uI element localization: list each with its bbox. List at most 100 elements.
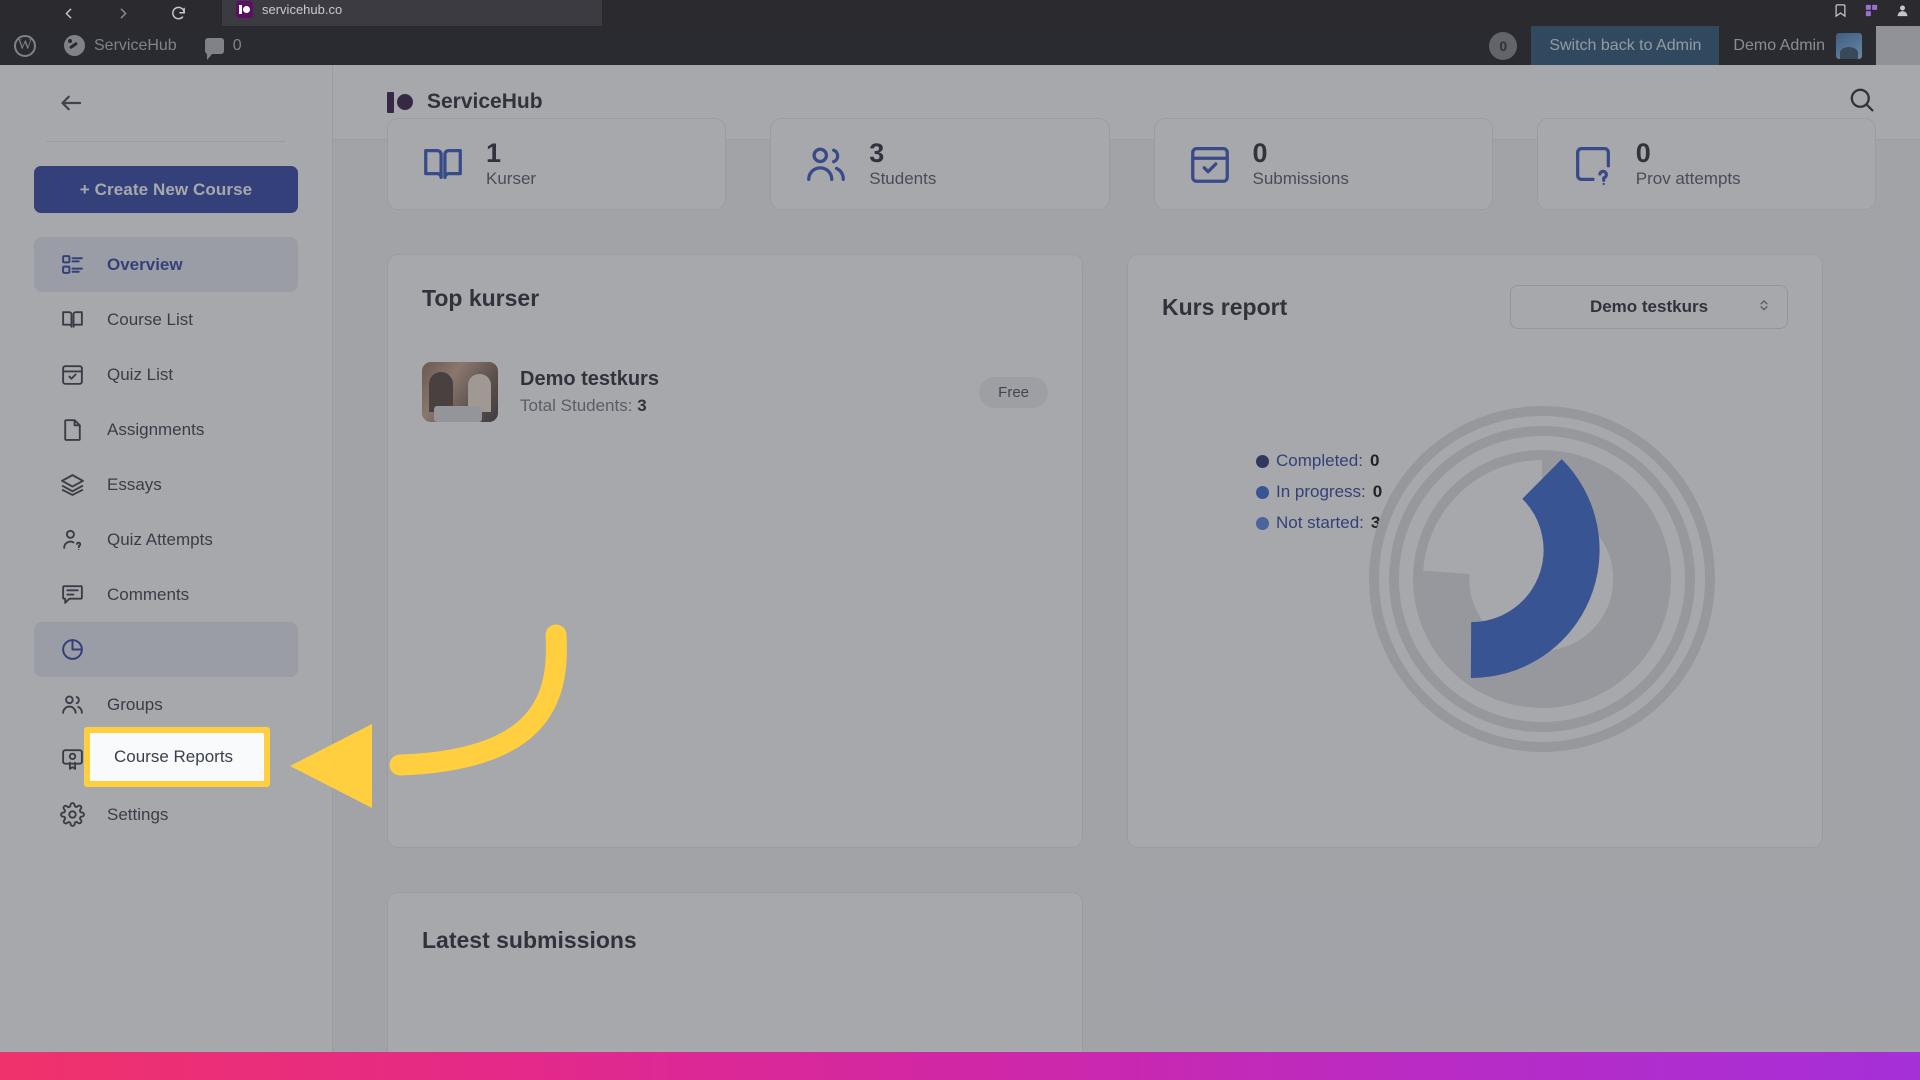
- sidebar-item-certificates[interactable]: Certificates: [34, 732, 298, 787]
- submission-check-icon: [1190, 147, 1229, 183]
- create-new-course-button[interactable]: + Create New Course: [34, 166, 298, 213]
- sidebar-item-label: Groups: [107, 694, 163, 714]
- list-item[interactable]: Demo testkurs Total Students: 3 Free: [422, 362, 1048, 422]
- course-select-value: Demo testkurs: [1589, 297, 1709, 316]
- panel-title: Top kurser: [422, 285, 540, 311]
- stat-card-submissions: 0 Submissions: [1153, 118, 1493, 210]
- sidebar-item-label: Quiz List: [107, 364, 174, 384]
- user-account-menu[interactable]: Demo Admin: [1719, 26, 1876, 65]
- sidebar-item-overview[interactable]: Overview: [34, 237, 298, 292]
- legend-color-dot: [1256, 454, 1269, 468]
- stat-value: 1: [486, 137, 502, 168]
- brand: ServiceHub: [387, 90, 543, 114]
- panel-header: Kurs report Demo testkurs: [1162, 285, 1788, 329]
- switch-back-to-admin-button[interactable]: Switch back to Admin: [1531, 26, 1720, 65]
- legend-color-dot: [1256, 485, 1269, 499]
- course-select[interactable]: Demo testkurs: [1510, 285, 1788, 329]
- sidebar-item-comments[interactable]: Comments: [34, 567, 298, 622]
- sidebar-nav: Overview Course List Quiz List Assignmen…: [0, 237, 332, 842]
- stat-value: 0: [1635, 137, 1651, 168]
- gear-icon: [60, 802, 85, 827]
- stat-label: Students: [869, 169, 937, 189]
- sidebar-item-label: Quiz Attempts: [107, 529, 213, 549]
- course-thumbnail: [422, 362, 498, 422]
- sidebar-item-label: Course List: [107, 309, 193, 329]
- browser-tab-title: servicehub.co: [262, 1, 343, 17]
- user-name-label: Demo Admin: [1733, 36, 1825, 54]
- servicehub-logo-icon: [387, 91, 413, 113]
- sidebar-item-label: Certificates: [107, 749, 193, 769]
- sidebar-item-label: Comments: [107, 584, 190, 604]
- stat-label: Kurser: [486, 169, 537, 189]
- kurs-report-panel: Kurs report Demo testkurs Completed: 0 I…: [1127, 254, 1823, 848]
- donut-chart: [1369, 406, 1715, 752]
- extensions-icon[interactable]: [1864, 3, 1879, 23]
- panels-row: Top kurser Demo testkurs Total Students:…: [387, 254, 1876, 848]
- sidebar-item-course-reports[interactable]: Course Reports: [34, 622, 298, 677]
- sidebar-item-quiz-list[interactable]: Quiz List: [34, 347, 298, 402]
- stats-row: 1 Kurser 3 Students 0 Submissions 0 Prov…: [387, 118, 1876, 210]
- back-arrow-icon[interactable]: [60, 5, 77, 22]
- bookmark-icon[interactable]: [1833, 3, 1848, 23]
- stat-label: Prov attempts: [1635, 169, 1741, 189]
- quiz-attempt-icon: [1575, 147, 1610, 186]
- layers-icon: [61, 474, 84, 496]
- book-icon: [62, 311, 83, 328]
- profile-icon[interactable]: [1895, 3, 1910, 23]
- course-name: Demo testkurs: [520, 368, 659, 390]
- quiz-check-icon: [62, 365, 83, 385]
- top-courses-panel: Top kurser Demo testkurs Total Students:…: [387, 254, 1083, 848]
- admin-bar-right: 0 Switch back to Admin Demo Admin: [1489, 26, 1920, 65]
- sidebar-item-course-list[interactable]: Course List: [34, 292, 298, 347]
- site-name-menu[interactable]: ServiceHub: [50, 26, 191, 65]
- donut-chart-area: Completed: 0 In progress: 0 Not started:: [1162, 357, 1788, 787]
- legend-label: Not started:: [1276, 513, 1364, 532]
- book-icon: [424, 148, 462, 180]
- wordpress-admin-bar: W ServiceHub 0 0 Switch back to Admin De…: [0, 26, 1920, 65]
- admin-bar-left: W ServiceHub 0: [0, 26, 256, 65]
- stat-label: Submissions: [1252, 169, 1349, 189]
- sidebar-item-settings[interactable]: Settings: [34, 787, 298, 842]
- course-students-value: 3: [637, 396, 647, 415]
- pie-chart-icon: [62, 639, 83, 660]
- sidebar-item-groups[interactable]: Groups: [34, 677, 298, 732]
- course-students: Total Students: 3: [520, 396, 659, 416]
- app-shell: + Create New Course Overview Course List: [0, 65, 1920, 1080]
- sidebar-divider: [46, 141, 286, 142]
- sidebar-item-quiz-attempts[interactable]: Quiz Attempts: [34, 512, 298, 567]
- admin-bar-end-block: [1876, 26, 1920, 65]
- chevron-updown-icon: [1757, 296, 1771, 319]
- sidebar-item-label: Overview: [107, 254, 183, 274]
- stat-card-students: 3 Students: [770, 118, 1110, 210]
- comments-menu[interactable]: 0: [191, 26, 256, 65]
- course-students-label: Total Students:: [520, 396, 633, 415]
- site-favicon-icon: [236, 0, 253, 18]
- reload-icon[interactable]: [170, 5, 187, 22]
- comment-count: 0: [232, 36, 242, 54]
- browser-chrome: servicehub.co: [0, 0, 1920, 26]
- search-icon[interactable]: [1847, 85, 1876, 119]
- browser-nav-buttons: [60, 0, 241, 26]
- collapse-left-icon: [61, 95, 82, 111]
- avatar: [1836, 32, 1862, 59]
- brand-name: ServiceHub: [427, 90, 543, 113]
- legend-label: In progress:: [1276, 482, 1366, 501]
- sidebar-item-assignments[interactable]: Assignments: [34, 402, 298, 457]
- panel-title: Kurs report: [1162, 293, 1288, 320]
- status-badge: Free: [979, 376, 1048, 408]
- sidebar: + Create New Course Overview Course List: [0, 65, 333, 1080]
- sidebar-collapse-button[interactable]: [0, 65, 332, 141]
- wp-logo-menu[interactable]: W: [0, 26, 50, 65]
- user-question-icon: [63, 529, 82, 551]
- forward-arrow-icon[interactable]: [115, 5, 132, 22]
- sidebar-item-label: Assignments: [107, 419, 205, 439]
- sidebar-item-label: Settings: [107, 804, 169, 824]
- sidebar-item-essays[interactable]: Essays: [34, 457, 298, 512]
- browser-toolbar-right: [1833, 0, 1910, 26]
- stat-value: 3: [869, 137, 885, 168]
- main-content: ServiceHub 1 Kurser 3 Students 0 Submiss…: [333, 65, 1920, 1080]
- bottom-gradient-bar: [0, 1052, 1920, 1080]
- notification-badge[interactable]: 0: [1489, 31, 1518, 60]
- browser-tab[interactable]: servicehub.co: [222, 0, 602, 26]
- stat-value: 0: [1252, 137, 1268, 168]
